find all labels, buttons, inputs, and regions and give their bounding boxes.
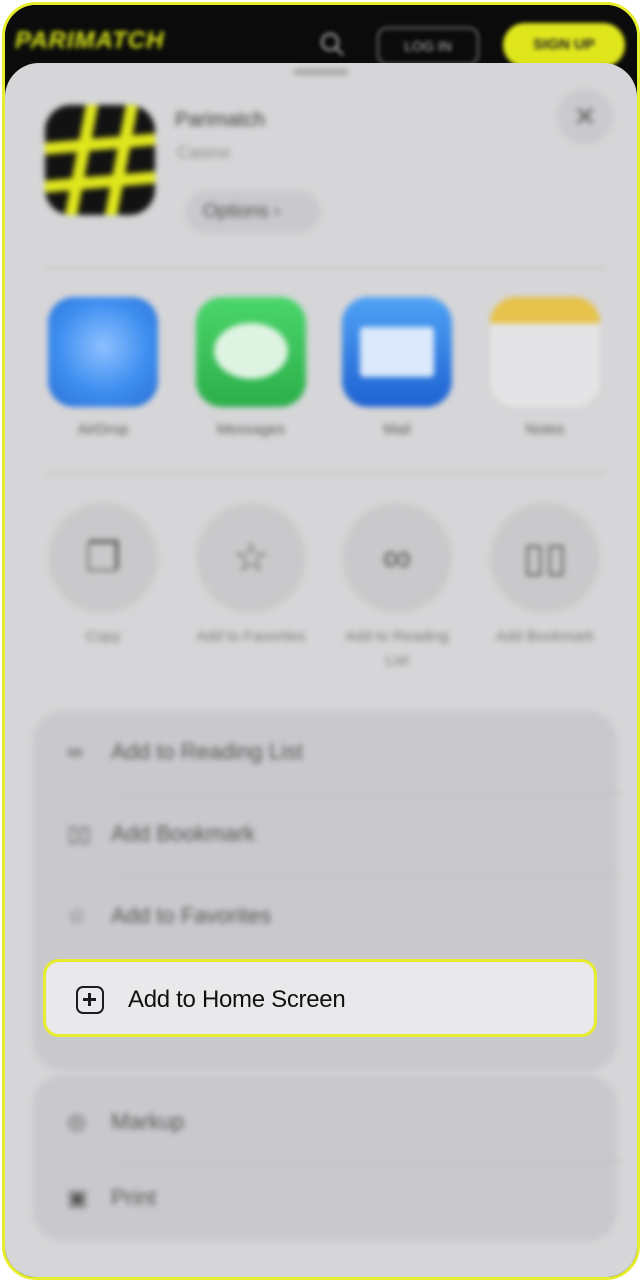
action-label: Add Bookmark (495, 628, 595, 645)
airdrop-icon (48, 297, 158, 407)
share-app-label: Notes (525, 421, 565, 438)
divider (45, 267, 605, 269)
share-sheet: Parimatch Casino Options › × AirDrop Mes… (5, 63, 637, 1277)
menu-item-label: Add to Home Screen (128, 986, 346, 1013)
close-icon: × (574, 95, 596, 136)
login-button[interactable]: LOG IN (377, 27, 479, 65)
blurred-sheet-content: Parimatch Casino Options › × AirDrop Mes… (5, 63, 637, 1277)
book-icon: ▯▯ (490, 503, 600, 613)
app-title: Parimatch (175, 109, 266, 131)
signup-button[interactable]: SIGN UP (503, 23, 625, 67)
menu-item-add-bookmark[interactable]: ▯▯ Add Bookmark (67, 821, 255, 847)
messages-icon (196, 297, 306, 407)
share-app-airdrop[interactable]: AirDrop (45, 297, 161, 438)
menu-item-label: Add to Favorites (111, 903, 272, 928)
menu-item-add-to-favorites[interactable]: ☆ Add to Favorites (67, 903, 271, 929)
share-app-notes[interactable]: Notes (487, 297, 603, 438)
share-app-label: AirDrop (77, 421, 129, 438)
row-separator (123, 875, 623, 876)
share-app-mail[interactable]: Mail (339, 297, 455, 438)
action-add-to-favorites[interactable]: ☆ Add to Favorites (191, 503, 311, 649)
menu-item-label: Markup (111, 1109, 185, 1134)
copy-icon: ❐ (48, 503, 158, 613)
star-icon: ☆ (67, 903, 87, 928)
action-label: Add to Favorites (196, 628, 306, 645)
menu-item-add-to-home-screen[interactable]: Add to Home Screen (43, 959, 597, 1037)
book-icon: ▯▯ (67, 821, 92, 846)
share-app-messages[interactable]: Messages (193, 297, 309, 438)
notes-icon (490, 297, 600, 407)
action-label: Add to Reading List (345, 628, 449, 669)
glasses-icon: ∞ (67, 739, 83, 764)
action-copy[interactable]: ❐ Copy (43, 503, 163, 649)
markup-icon: ◎ (67, 1109, 87, 1134)
row-separator (123, 1161, 623, 1162)
mail-icon (342, 297, 452, 407)
menu-group: ◎ Markup ▣ Print (33, 1075, 623, 1241)
search-icon[interactable] (319, 31, 345, 57)
menu-item-markup[interactable]: ◎ Markup (67, 1109, 184, 1135)
share-app-label: Mail (383, 421, 411, 438)
menu-item-add-to-reading-list[interactable]: ∞ Add to Reading List (67, 739, 303, 765)
options-button[interactable]: Options › (185, 191, 321, 233)
print-icon: ▣ (67, 1185, 88, 1210)
action-add-bookmark[interactable]: ▯▯ Add Bookmark (485, 503, 605, 649)
sheet-grabber[interactable] (293, 69, 349, 75)
menu-item-label: Add to Reading List (111, 739, 304, 764)
share-app-label: Messages (216, 421, 286, 438)
menu-item-print[interactable]: ▣ Print (67, 1185, 156, 1211)
glasses-icon: ∞ (342, 503, 452, 613)
row-separator (123, 793, 623, 794)
action-label: Copy (85, 628, 121, 645)
app-icon (45, 105, 155, 215)
action-add-to-reading-list[interactable]: ∞ Add to Reading List (337, 503, 457, 673)
menu-item-label: Print (111, 1185, 157, 1210)
brand-logo: PARIMATCH (15, 27, 165, 54)
plus-square-icon (76, 986, 104, 1014)
app-subtitle: Casino (177, 143, 230, 162)
menu-item-label: Add Bookmark (111, 821, 256, 846)
phone-frame: PARIMATCH LOG IN SIGN UP Parimatch Casin… (2, 2, 640, 1280)
star-icon: ☆ (196, 503, 306, 613)
close-button[interactable]: × (557, 89, 613, 145)
divider (45, 473, 605, 475)
